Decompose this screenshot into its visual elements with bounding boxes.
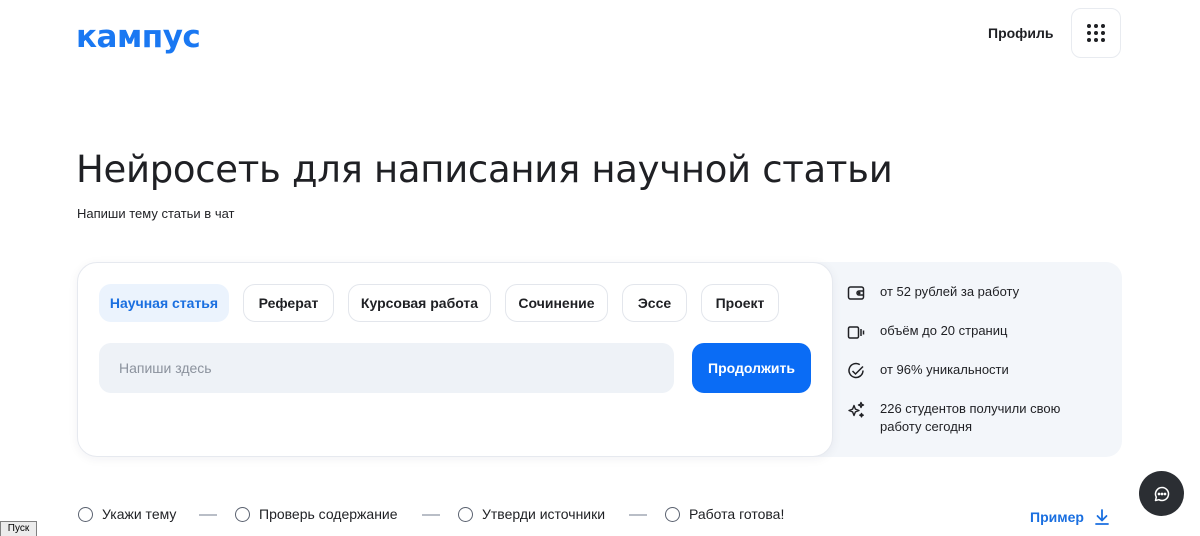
chip-coursework[interactable]: Курсовая работа xyxy=(348,284,491,322)
step-sources: Утверди источники xyxy=(458,505,605,523)
page-subtitle: Напиши тему статьи в чат xyxy=(77,206,235,221)
chip-project[interactable]: Проект xyxy=(701,284,779,322)
feature-text: от 96% уникальности xyxy=(880,362,1009,377)
step-circle-icon xyxy=(78,506,93,522)
step-divider xyxy=(422,514,440,516)
feature-text: от 52 рублей за работу xyxy=(880,284,1020,299)
step-label: Утверди источники xyxy=(482,506,606,522)
continue-button[interactable]: Продолжить xyxy=(692,343,811,393)
step-label: Проверь содержание xyxy=(259,506,398,522)
chat-bubble-icon xyxy=(1154,486,1169,501)
example-label: Пример xyxy=(1030,509,1084,525)
topic-input[interactable] xyxy=(99,343,674,393)
chip-composition[interactable]: Сочинение xyxy=(505,284,608,322)
step-circle-icon xyxy=(235,506,250,522)
check-circle-icon xyxy=(848,362,864,379)
feature-pages: объём до 20 страниц xyxy=(846,322,1100,342)
chip-abstract[interactable]: Реферат xyxy=(243,284,334,322)
menu-button[interactable] xyxy=(1071,8,1121,58)
wallet-icon xyxy=(847,286,865,300)
page-title: Нейросеть для написания научной статьи xyxy=(76,148,893,191)
chip-essay[interactable]: Эссе xyxy=(622,284,687,322)
step-divider xyxy=(629,514,647,516)
example-download-link[interactable]: Пример xyxy=(1030,508,1110,526)
chip-scientific-article[interactable]: Научная статья xyxy=(99,284,229,322)
step-circle-icon xyxy=(458,506,473,522)
profile-link[interactable]: Профиль xyxy=(988,24,1054,42)
step-topic: Укажи тему xyxy=(78,505,176,523)
pages-icon xyxy=(847,326,865,339)
sparkle-icon xyxy=(848,401,865,418)
grid-menu-icon xyxy=(1087,24,1105,42)
download-icon xyxy=(1095,509,1109,525)
step-ready: Работа готова! xyxy=(665,505,784,523)
feature-text: 226 студентов получили свою работу сегод… xyxy=(880,401,1061,434)
step-circle-icon xyxy=(665,506,680,522)
page: кампус Профиль Нейросеть для написания н… xyxy=(0,0,1200,536)
logo[interactable]: кампус xyxy=(76,17,201,57)
step-label: Укажи тему xyxy=(102,506,177,522)
step-label: Работа готова! xyxy=(689,506,785,522)
chat-button[interactable] xyxy=(1139,471,1184,516)
feature-text: объём до 20 страниц xyxy=(880,323,1008,338)
start-button[interactable]: Пуск xyxy=(0,521,37,536)
feature-uniqueness: от 96% уникальности xyxy=(846,361,1100,381)
feature-students: 226 студентов получили свою работу сегод… xyxy=(846,400,1100,436)
step-divider xyxy=(199,514,217,516)
step-content: Проверь содержание xyxy=(235,505,398,523)
feature-price: от 52 рублей за работу xyxy=(846,283,1100,303)
